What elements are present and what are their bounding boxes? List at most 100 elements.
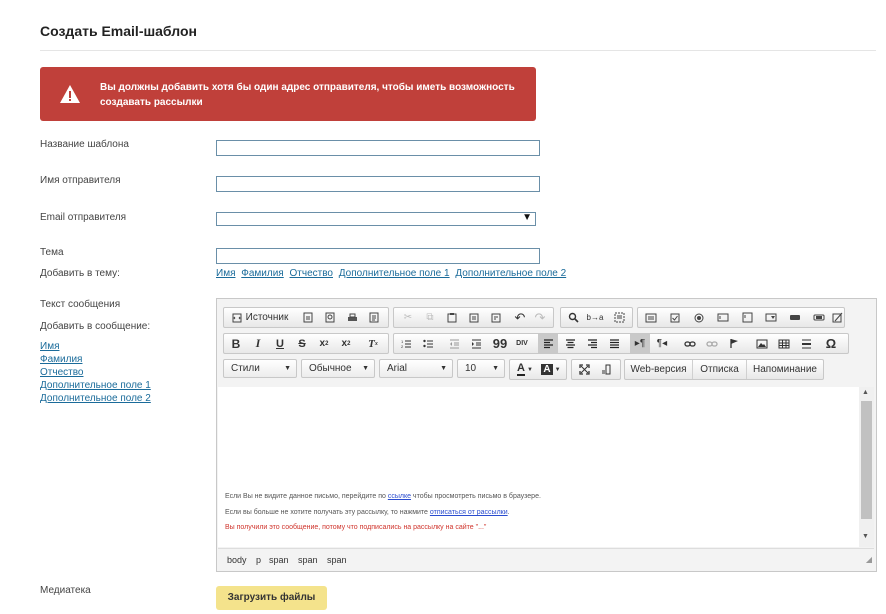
path-item-p[interactable]: p xyxy=(256,555,261,565)
table-icon[interactable] xyxy=(774,334,794,353)
toolbar-form-group xyxy=(637,307,845,328)
bullet-list-icon[interactable] xyxy=(418,334,438,353)
subject-link-patronymic[interactable]: Отчество xyxy=(290,268,333,279)
italic-icon[interactable]: I xyxy=(248,334,268,353)
sender-required-alert: Вы должны добавить хотя бы один адрес от… xyxy=(40,67,536,121)
message-link-extra-2[interactable]: Дополнительное поле 2 xyxy=(40,392,151,405)
subject-link-extra-1[interactable]: Дополнительное поле 1 xyxy=(339,268,450,279)
subject-link-first-name[interactable]: Имя xyxy=(216,268,235,279)
save-doc-icon[interactable] xyxy=(298,308,318,327)
path-item-body[interactable]: body xyxy=(227,555,247,565)
cut-icon[interactable]: ✂ xyxy=(398,308,418,327)
textarea-icon[interactable] xyxy=(736,308,758,327)
editor-scrollbar[interactable]: ▲ ▼ xyxy=(859,387,874,547)
resize-handle-icon[interactable]: ◢ xyxy=(866,555,872,569)
message-link-last-name[interactable]: Фамилия xyxy=(40,353,151,366)
subject-link-last-name[interactable]: Фамилия xyxy=(241,268,283,279)
checkbox-icon[interactable] xyxy=(664,308,686,327)
image-icon[interactable] xyxy=(752,334,772,353)
subscript-icon[interactable]: x2 xyxy=(314,334,334,353)
sender-email-select[interactable]: ▼ xyxy=(216,212,536,226)
path-item-span[interactable]: span xyxy=(327,555,347,565)
align-justify-icon[interactable] xyxy=(604,334,624,353)
upload-files-button[interactable]: Загрузить файлы xyxy=(216,586,327,610)
replace-icon[interactable]: b→a xyxy=(585,308,605,327)
template-name-input[interactable] xyxy=(216,140,540,156)
toolbar-document-group: Источник xyxy=(223,307,389,328)
footer-line1-after: чтобы просмотреть письмо в браузере. xyxy=(410,493,541,500)
form-icon[interactable] xyxy=(640,308,662,327)
maximize-icon[interactable] xyxy=(574,360,594,379)
outdent-icon[interactable] xyxy=(444,334,464,353)
div-container-icon[interactable]: DIV xyxy=(512,334,532,353)
indent-icon[interactable] xyxy=(466,334,486,353)
subject-label: Тема xyxy=(40,247,64,258)
path-item-span[interactable]: span xyxy=(269,555,289,565)
font-dropdown-label: Arial xyxy=(387,363,408,374)
svg-text:2: 2 xyxy=(401,344,404,349)
styles-dropdown[interactable]: Стили ▼ xyxy=(223,359,297,378)
remove-format-icon[interactable]: Tx xyxy=(362,334,384,353)
scroll-up-icon[interactable]: ▲ xyxy=(862,389,869,396)
align-left-icon[interactable] xyxy=(538,334,558,353)
format-dropdown[interactable]: Обычное ▼ xyxy=(301,359,375,378)
unsubscribe-link[interactable]: отписаться от рассылки xyxy=(430,509,508,516)
print-icon[interactable] xyxy=(342,308,362,327)
media-label: Медиатека xyxy=(40,585,91,596)
underline-icon[interactable]: U xyxy=(270,334,290,353)
hidden-field-icon[interactable] xyxy=(830,308,844,327)
view-in-browser-link[interactable]: ссылке xyxy=(388,493,411,500)
scrollbar-thumb[interactable] xyxy=(861,401,872,519)
scroll-down-icon[interactable]: ▼ xyxy=(862,533,869,540)
paste-text-icon[interactable] xyxy=(464,308,484,327)
anchor-flag-icon[interactable] xyxy=(724,334,744,353)
special-char-icon[interactable]: Ω xyxy=(820,334,842,353)
align-center-icon[interactable] xyxy=(560,334,580,353)
horizontal-rule-icon[interactable] xyxy=(796,334,816,353)
message-link-patronymic[interactable]: Отчество xyxy=(40,366,151,379)
unsubscribe-button[interactable]: Отписка xyxy=(693,360,747,379)
paste-word-icon[interactable] xyxy=(486,308,506,327)
link-icon[interactable] xyxy=(680,334,700,353)
text-color-icon[interactable]: A ▼ xyxy=(512,360,538,379)
image-button-icon[interactable] xyxy=(808,308,830,327)
show-blocks-icon[interactable] xyxy=(596,360,616,379)
bold-icon[interactable]: B xyxy=(226,334,246,353)
blockquote-icon[interactable]: 99 xyxy=(490,334,510,353)
strikethrough-icon[interactable]: S xyxy=(292,334,312,353)
toolbar-paragraph-group: 12 99 DIV ▸¶ ¶◂ Ω xyxy=(393,333,849,354)
subject-link-extra-2[interactable]: Дополнительное поле 2 xyxy=(455,268,566,279)
align-right-icon[interactable] xyxy=(582,334,602,353)
button-field-icon[interactable] xyxy=(784,308,806,327)
text-field-icon[interactable] xyxy=(712,308,734,327)
redo-icon[interactable]: ↷ xyxy=(530,308,550,327)
undo-icon[interactable]: ↶ xyxy=(510,308,530,327)
page-title: Создать Email-шаблон xyxy=(40,23,197,39)
radio-icon[interactable] xyxy=(688,308,710,327)
rtl-direction-icon[interactable]: ¶◂ xyxy=(652,334,672,353)
path-item-span[interactable]: span xyxy=(298,555,318,565)
subject-input[interactable] xyxy=(216,248,540,264)
numbered-list-icon[interactable]: 12 xyxy=(396,334,416,353)
font-dropdown[interactable]: Arial ▼ xyxy=(379,359,453,378)
message-link-first-name[interactable]: Имя xyxy=(40,340,151,353)
editor-content-area[interactable]: Если Вы не видите данное письмо, перейди… xyxy=(218,387,859,547)
unlink-icon[interactable] xyxy=(702,334,722,353)
source-button[interactable]: Источник xyxy=(226,308,294,327)
web-version-button[interactable]: Web-версия xyxy=(625,360,693,379)
superscript-icon[interactable]: x2 xyxy=(336,334,356,353)
preview-icon[interactable] xyxy=(320,308,340,327)
background-color-icon[interactable]: A ▼ xyxy=(538,360,564,379)
copy-icon[interactable]: ⧉ xyxy=(420,308,440,327)
find-icon[interactable] xyxy=(563,308,583,327)
paste-icon[interactable] xyxy=(442,308,462,327)
sender-name-input[interactable] xyxy=(216,176,540,192)
font-size-dropdown[interactable]: 10 ▼ xyxy=(457,359,505,378)
select-field-icon[interactable] xyxy=(760,308,782,327)
chevron-down-icon: ▼ xyxy=(362,365,369,372)
ltr-direction-icon[interactable]: ▸¶ xyxy=(630,334,650,353)
reminder-button[interactable]: Напоминание xyxy=(747,360,823,379)
templates-icon[interactable] xyxy=(364,308,384,327)
message-link-extra-1[interactable]: Дополнительное поле 1 xyxy=(40,379,151,392)
select-all-icon[interactable] xyxy=(609,308,629,327)
